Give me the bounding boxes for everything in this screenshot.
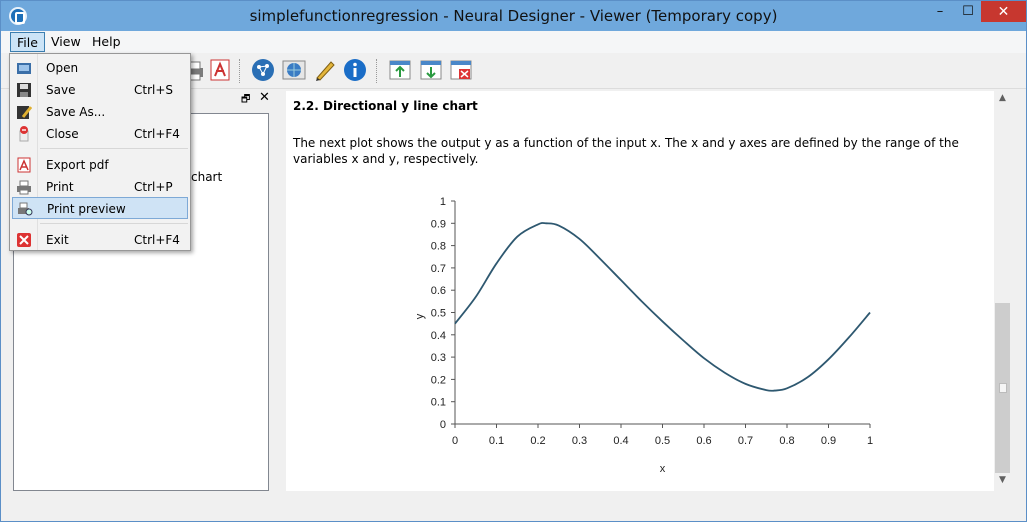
- menu-separator: [40, 148, 188, 149]
- y-tick-label: 1: [440, 196, 446, 208]
- y-tick-label: 0.3: [431, 352, 446, 364]
- vertical-scrollbar[interactable]: ▲ ▼: [994, 91, 1011, 491]
- pane-close-icon[interactable]: ✕: [259, 90, 270, 105]
- series-line: [454, 222, 871, 392]
- title-bar[interactable]: simplefunctionregression - Neural Design…: [1, 1, 1026, 31]
- y-tick-label: 0.9: [431, 218, 446, 230]
- toolbar-network-icon[interactable]: [250, 57, 276, 83]
- menu-item-open[interactable]: Open: [12, 57, 188, 79]
- toolbar-pdf-icon[interactable]: [207, 57, 233, 83]
- menu-item-shortcut: Ctrl+S: [134, 83, 174, 97]
- scroll-down-arrow-icon[interactable]: ▼: [994, 475, 1011, 491]
- menu-item-print-preview[interactable]: Print preview: [12, 197, 188, 219]
- toolbar-remove-icon[interactable]: [448, 57, 474, 83]
- x-tick-label: 0.9: [821, 435, 836, 447]
- section-description: The next plot shows the output y as a fu…: [293, 136, 959, 166]
- menu-item-shortcut: Ctrl+F4: [134, 127, 180, 141]
- file-dropdown-menu: Open Save Ctrl+S Save As... Close Ctrl+F…: [9, 53, 191, 251]
- print-preview-icon: [17, 201, 33, 217]
- scroll-thumb[interactable]: [995, 303, 1010, 473]
- menu-separator: [40, 223, 188, 224]
- y-tick-label: 0.4: [431, 330, 446, 342]
- exit-icon: [16, 232, 32, 248]
- app-window: simplefunctionregression - Neural Design…: [0, 0, 1027, 522]
- menu-item-save-as[interactable]: Save As...: [12, 101, 188, 123]
- minimize-button[interactable]: –: [926, 1, 954, 22]
- toolbar-separator: [376, 59, 377, 83]
- x-tick-label: 0.5: [655, 435, 670, 447]
- toolbar-globe-icon[interactable]: [281, 57, 307, 83]
- y-tick-label: 0: [440, 419, 446, 431]
- toolbar-info-icon[interactable]: [342, 57, 368, 83]
- menu-view[interactable]: View: [45, 32, 87, 52]
- menu-item-shortcut: Ctrl+P: [134, 180, 173, 194]
- y-tick-label: 0.8: [431, 241, 446, 253]
- scroll-grip: [999, 383, 1007, 393]
- close-window-button[interactable]: ✕: [981, 1, 1026, 22]
- toolbar-edit-icon[interactable]: [312, 57, 338, 83]
- menu-item-print[interactable]: Print Ctrl+P: [12, 176, 188, 198]
- y-tick-label: 0.7: [431, 263, 446, 275]
- x-tick-label: 0.6: [696, 435, 711, 447]
- x-axis-label: x: [660, 463, 666, 475]
- menu-bar: File View Help: [1, 31, 1026, 53]
- menu-file[interactable]: File: [10, 32, 45, 52]
- chart-svg: 0 0.1 0.2 0.3 0.4 0.5 0.6 0.7 0.8 0.9 1 0 0.1 0.2 0.3 0…: [414, 196, 873, 475]
- x-tick-label: 0.2: [530, 435, 545, 447]
- save-as-icon: [16, 104, 33, 120]
- toolbar-move-down-icon[interactable]: [418, 57, 444, 83]
- y-tick-label: 0.6: [431, 285, 446, 297]
- section-title: 2.2. Directional y line chart: [293, 99, 478, 113]
- y-tick-label: 0.5: [431, 308, 446, 320]
- menu-item-close[interactable]: Close Ctrl+F4: [12, 123, 188, 145]
- x-tick-label: 0.4: [613, 435, 628, 447]
- maximize-button[interactable]: ☐: [954, 1, 982, 22]
- y-tick-label: 0.1: [431, 397, 446, 409]
- x-tick-label: 0: [452, 435, 458, 447]
- x-tick-label: 0.7: [738, 435, 753, 447]
- menu-item-save[interactable]: Save Ctrl+S: [12, 79, 188, 101]
- menu-item-label: Print: [46, 180, 74, 194]
- save-icon: [16, 82, 32, 98]
- close-file-icon: [16, 126, 32, 142]
- x-tick-label: 0.3: [572, 435, 587, 447]
- scroll-up-arrow-icon[interactable]: ▲: [994, 93, 1011, 109]
- menu-item-shortcut: Ctrl+F4: [134, 233, 180, 247]
- menu-item-label: Export pdf: [46, 158, 109, 172]
- menu-item-label: Close: [46, 127, 79, 141]
- pdf-icon: [16, 157, 32, 173]
- pane-float-icon[interactable]: 🗗: [241, 92, 250, 109]
- menu-item-label: Exit: [46, 233, 69, 247]
- y-tick-label: 0.2: [431, 374, 446, 386]
- print-icon: [16, 179, 32, 195]
- menu-item-label: Print preview: [47, 202, 126, 216]
- window-title: simplefunctionregression - Neural Design…: [249, 7, 778, 25]
- tree-item-label[interactable]: chart: [191, 170, 222, 184]
- menu-item-label: Save As...: [46, 105, 106, 119]
- toolbar-separator: [239, 59, 240, 83]
- menu-item-exit[interactable]: Exit Ctrl+F4: [12, 229, 188, 251]
- open-icon: [16, 60, 32, 76]
- menu-item-label: Save: [46, 83, 76, 97]
- menu-item-label: Open: [46, 61, 79, 75]
- x-tick-label: 0.8: [779, 435, 794, 447]
- toolbar-move-up-icon[interactable]: [387, 57, 413, 83]
- menu-help[interactable]: Help: [86, 32, 127, 52]
- x-tick-label: 0.1: [489, 435, 504, 447]
- menu-item-export-pdf[interactable]: Export pdf: [12, 154, 188, 176]
- line-chart: 0 0.1 0.2 0.3 0.4 0.5 0.6 0.7 0.8 0.9 1 0 0.1 0.2 0.3 0…: [396, 186, 891, 486]
- x-tick-label: 1: [867, 435, 873, 447]
- y-axis-label: y: [414, 313, 426, 319]
